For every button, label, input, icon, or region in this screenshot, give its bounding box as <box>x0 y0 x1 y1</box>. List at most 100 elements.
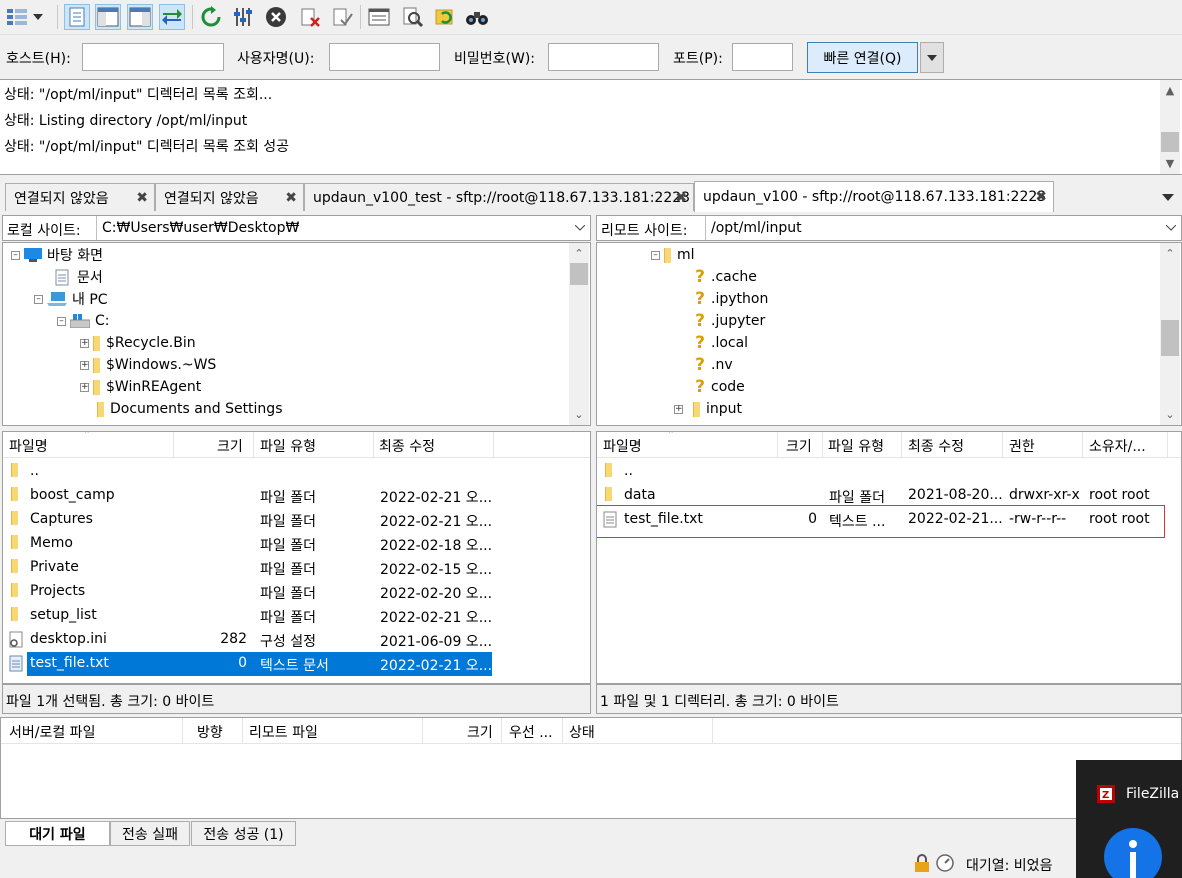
log-scrollbar[interactable]: ▲ ▼ <box>1160 80 1180 174</box>
notification-popup[interactable]: Z FileZilla <box>1076 760 1182 878</box>
close-icon[interactable]: ✖ <box>136 190 148 206</box>
refresh-icon[interactable] <box>198 4 224 30</box>
column-header-name[interactable]: 파일명 <box>9 436 48 456</box>
column-header-direction[interactable]: 방향 <box>197 722 223 742</box>
close-icon[interactable]: ✖ <box>1035 189 1047 205</box>
expand-icon[interactable]: + <box>80 382 89 392</box>
scroll-up-icon[interactable]: ⌃ <box>1160 245 1180 262</box>
column-header-priority[interactable]: 우선 ... <box>509 722 553 742</box>
column-header-name[interactable]: 파일명 <box>603 436 642 456</box>
column-header-modified[interactable]: 최종 수정 <box>379 436 435 456</box>
local-path-combobox[interactable]: C:₩Users₩user₩Desktop₩ <box>96 216 590 240</box>
username-input[interactable] <box>329 43 440 71</box>
close-icon[interactable]: ✖ <box>285 190 297 206</box>
toggle-queue-icon[interactable] <box>159 4 185 30</box>
tree-item-desktop[interactable]: – 바탕 화면 <box>11 244 103 266</box>
expand-icon[interactable]: + <box>80 360 89 370</box>
chevron-down-icon <box>575 225 585 231</box>
tree-item-unknown[interactable]: ? .local <box>693 332 748 354</box>
tree-item-unknown[interactable]: ? .jupyter <box>693 310 765 332</box>
file-row[interactable]: .. <box>597 460 1181 484</box>
tree-item-folder[interactable]: Documents and Settings <box>93 398 282 420</box>
scroll-thumb[interactable] <box>1161 320 1179 356</box>
column-header-owner[interactable]: 소유자/... <box>1089 436 1146 456</box>
tab-connection-3[interactable]: updaun_v100_test - sftp://root@118.67.13… <box>304 183 694 211</box>
scroll-up-icon[interactable]: ⌃ <box>569 245 589 262</box>
search-icon[interactable] <box>400 4 426 30</box>
tree-item-folder[interactable]: + $Recycle.Bin <box>80 332 196 354</box>
column-header-type[interactable]: 파일 유형 <box>828 436 884 456</box>
column-header-remote-file[interactable]: 리모트 파일 <box>249 722 318 742</box>
scroll-up-icon[interactable]: ▲ <box>1160 82 1180 99</box>
file-row-selected[interactable]: test_file.txt 0 텍스트 문서 2022-02-21 오... <box>3 652 492 676</box>
tree-item-folder[interactable]: + input <box>674 398 742 420</box>
expand-icon[interactable]: + <box>674 404 683 414</box>
tab-failed-transfers[interactable]: 전송 실패 <box>110 821 190 846</box>
column-header-server-local-file[interactable]: 서버/로컬 파일 <box>9 722 95 742</box>
filter-icon[interactable] <box>366 4 392 30</box>
column-header-size[interactable]: 크기 <box>217 436 243 456</box>
process-queue-icon[interactable] <box>230 4 256 30</box>
tree-item-unknown[interactable]: ? .nv <box>693 354 733 376</box>
column-header-permissions[interactable]: 권한 <box>1009 436 1035 456</box>
tree-item-unknown[interactable]: ? .ipython <box>693 288 768 310</box>
scroll-down-icon[interactable]: ⌄ <box>1160 406 1180 423</box>
file-row[interactable]: .. <box>3 460 590 484</box>
sync-browse-icon[interactable] <box>432 4 458 30</box>
remote-tree-scrollbar[interactable]: ⌃ ⌄ <box>1160 243 1180 425</box>
file-row[interactable]: Private 파일 폴더 2022-02-15 오... <box>3 556 590 580</box>
quickconnect-button[interactable]: 빠른 연결(Q) <box>807 42 918 73</box>
cancel-icon[interactable] <box>263 4 289 30</box>
column-header-size[interactable]: 크기 <box>467 722 493 742</box>
file-row[interactable]: boost_camp 파일 폴더 2022-02-21 오... <box>3 484 590 508</box>
column-header-size[interactable]: 크기 <box>786 436 812 456</box>
column-header-modified[interactable]: 최종 수정 <box>908 436 964 456</box>
quickconnect-dropdown[interactable] <box>920 42 944 73</box>
scroll-down-icon[interactable]: ▼ <box>1160 155 1180 172</box>
speed-limit-icon[interactable] <box>936 854 954 872</box>
scroll-down-icon[interactable]: ⌄ <box>569 406 589 423</box>
tab-connection-4[interactable]: updaun_v100 - sftp://root@118.67.133.181… <box>694 181 1054 212</box>
find-icon[interactable] <box>464 4 490 30</box>
site-manager-icon[interactable] <box>4 4 30 30</box>
tab-connection-2[interactable]: 연결되지 않았음 ✖ <box>155 183 304 211</box>
file-row[interactable]: setup_list 파일 폴더 2022-02-21 오... <box>3 604 590 628</box>
disconnect-icon[interactable] <box>297 4 323 30</box>
scroll-thumb[interactable] <box>1161 132 1179 152</box>
tab-queued-files[interactable]: 대기 파일 <box>5 821 110 846</box>
column-header-type[interactable]: 파일 유형 <box>260 436 316 456</box>
tree-item-folder[interactable]: – ml <box>651 244 695 266</box>
file-row[interactable]: Projects 파일 폴더 2022-02-20 오... <box>3 580 590 604</box>
tab-successful-transfers[interactable]: 전송 성공 (1) <box>191 821 296 846</box>
tree-item-folder[interactable]: + $Windows.~WS <box>80 354 216 376</box>
tree-item-unknown[interactable]: ? code <box>693 376 745 398</box>
tree-item-my-pc[interactable]: – 내 PC <box>34 288 108 310</box>
scroll-thumb[interactable] <box>570 263 588 285</box>
password-input[interactable] <box>548 43 659 71</box>
collapse-icon[interactable]: – <box>651 250 660 260</box>
tab-connection-1[interactable]: 연결되지 않았음 ✖ <box>5 183 155 211</box>
dropdown-arrow-icon[interactable] <box>31 4 45 30</box>
tree-item-folder[interactable]: + $WinREAgent <box>80 376 201 398</box>
port-input[interactable] <box>732 43 793 71</box>
local-tree-scrollbar[interactable]: ⌃ ⌄ <box>569 243 589 425</box>
file-row[interactable]: desktop.ini 282 구성 설정 2021-06-09 오... <box>3 628 590 652</box>
toggle-local-tree-icon[interactable] <box>95 4 121 30</box>
file-row[interactable]: Memo 파일 폴더 2022-02-18 오... <box>3 532 590 556</box>
host-input[interactable] <box>82 43 224 71</box>
tab-list-dropdown-icon[interactable] <box>1162 189 1174 205</box>
collapse-icon[interactable]: – <box>57 316 66 326</box>
collapse-icon[interactable]: – <box>11 250 20 260</box>
tree-item-documents[interactable]: 문서 <box>55 266 103 288</box>
column-header-status[interactable]: 상태 <box>569 722 595 742</box>
close-icon[interactable]: ✖ <box>675 190 687 206</box>
expand-icon[interactable]: + <box>80 338 89 348</box>
collapse-icon[interactable]: – <box>34 294 43 304</box>
toggle-remote-tree-icon[interactable] <box>127 4 153 30</box>
reconnect-icon[interactable] <box>329 4 355 30</box>
toggle-log-icon[interactable] <box>64 4 90 30</box>
file-row[interactable]: Captures 파일 폴더 2022-02-21 오... <box>3 508 590 532</box>
remote-path-combobox[interactable]: /opt/ml/input <box>705 216 1181 240</box>
tree-item-unknown[interactable]: ? .cache <box>693 266 757 288</box>
tree-item-drive-c[interactable]: – C: <box>57 310 110 332</box>
